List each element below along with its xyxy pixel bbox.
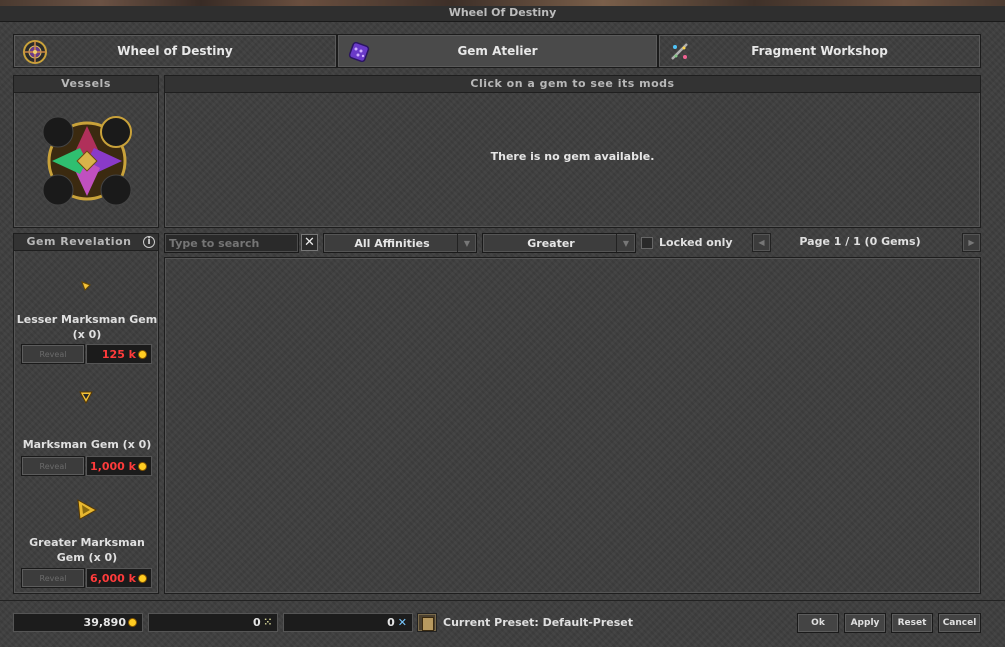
reset-button[interactable]: Reset [891,613,933,633]
lesser-gem-name: Lesser Marksman Gem (x 0) [16,313,158,341]
lesser-fragment-icon: ⁙ [263,617,272,628]
marksman-gem-name: Marksman Gem (x 0) [22,438,152,451]
gem-revelation-panel: Gem Revelation i Lesser Marksman Gem (x … [13,233,159,594]
gold-coin-icon [128,618,137,627]
locked-only-label: Locked only [659,236,733,249]
lesser-marksman-gem-icon [81,281,91,291]
quality-dropdown[interactable]: Greater ▼ [482,233,636,253]
reveal-lesser-button[interactable]: Reveal [21,344,85,364]
gem-list [164,257,981,594]
gem-revelation-title: Gem Revelation [14,234,158,251]
window-title: Wheel Of Destiny [0,6,1005,22]
info-icon[interactable]: i [143,236,155,248]
tab-label: Fragment Workshop [751,44,888,58]
reveal-greater-button[interactable]: Reveal [21,568,85,588]
greater-fragments-counter: 0 ✕ [283,613,413,632]
page-next-button[interactable]: ▶ [962,233,981,252]
apply-button[interactable]: Apply [844,613,886,633]
current-preset-label: Current Preset: Default-Preset [443,616,634,629]
lesser-fragments-counter: 0 ⁙ [148,613,278,632]
fragment-workshop-icon [671,43,688,60]
clear-search-icon[interactable]: ✕ [301,234,318,251]
affinity-selected: All Affinities [354,236,430,250]
affinity-dropdown[interactable]: All Affinities ▼ [323,233,477,253]
gold-coin-icon [138,573,147,583]
quality-selected: Greater [527,236,575,250]
tab-label: Gem Atelier [457,44,538,58]
preset-icon[interactable] [417,613,437,632]
vessel-wheel-icon[interactable] [40,114,134,208]
gold-value: 39,890 [83,616,126,629]
page-indicator: Page 1 / 1 (0 Gems) [799,235,921,248]
greater-marksman-gem-icon [77,499,97,520]
search-input[interactable] [164,233,299,253]
greater-gem-name: Greater Marksman Gem (x 0) [29,536,145,564]
tab-wheel-of-destiny[interactable]: Wheel of Destiny [13,34,337,68]
greater-price: 6,000 k [86,568,152,588]
lesser-fragments-value: 0 [252,616,261,629]
chevron-down-icon: ▼ [616,234,635,252]
gem-mods-panel: Click on a gem to see its mods There is … [164,75,981,228]
vessels-title: Vessels [14,76,158,93]
greater-fragment-icon: ✕ [397,616,407,629]
gold-counter: 39,890 [13,613,143,632]
lesser-price: 125 k [86,344,152,364]
page-prev-button[interactable]: ◀ [752,233,771,252]
marksman-price-value: 1,000 k [90,459,136,473]
gold-coin-icon [138,461,147,471]
chevron-down-icon: ▼ [457,234,476,252]
gem-atelier-icon [348,41,370,63]
wheel-icon [23,40,47,64]
vessels-panel: Vessels [13,75,159,228]
greater-fragments-value: 0 [387,616,395,629]
tab-fragment-workshop[interactable]: Fragment Workshop [658,34,981,68]
footer-divider [0,600,1005,601]
reveal-marksman-button[interactable]: Reveal [21,456,85,476]
lesser-price-value: 125 k [101,347,136,361]
ok-button[interactable]: Ok [797,613,839,633]
marksman-gem-icon [79,391,93,404]
tab-label: Wheel of Destiny [117,44,233,58]
cancel-button[interactable]: Cancel [938,613,981,633]
mods-panel-title: Click on a gem to see its mods [165,76,980,93]
tab-gem-atelier[interactable]: Gem Atelier [337,34,658,68]
no-gem-message: There is no gem available. [490,150,655,163]
marksman-price: 1,000 k [86,456,152,476]
gold-coin-icon [138,349,147,359]
locked-only-checkbox[interactable] [641,237,653,249]
greater-price-value: 6,000 k [90,571,136,585]
